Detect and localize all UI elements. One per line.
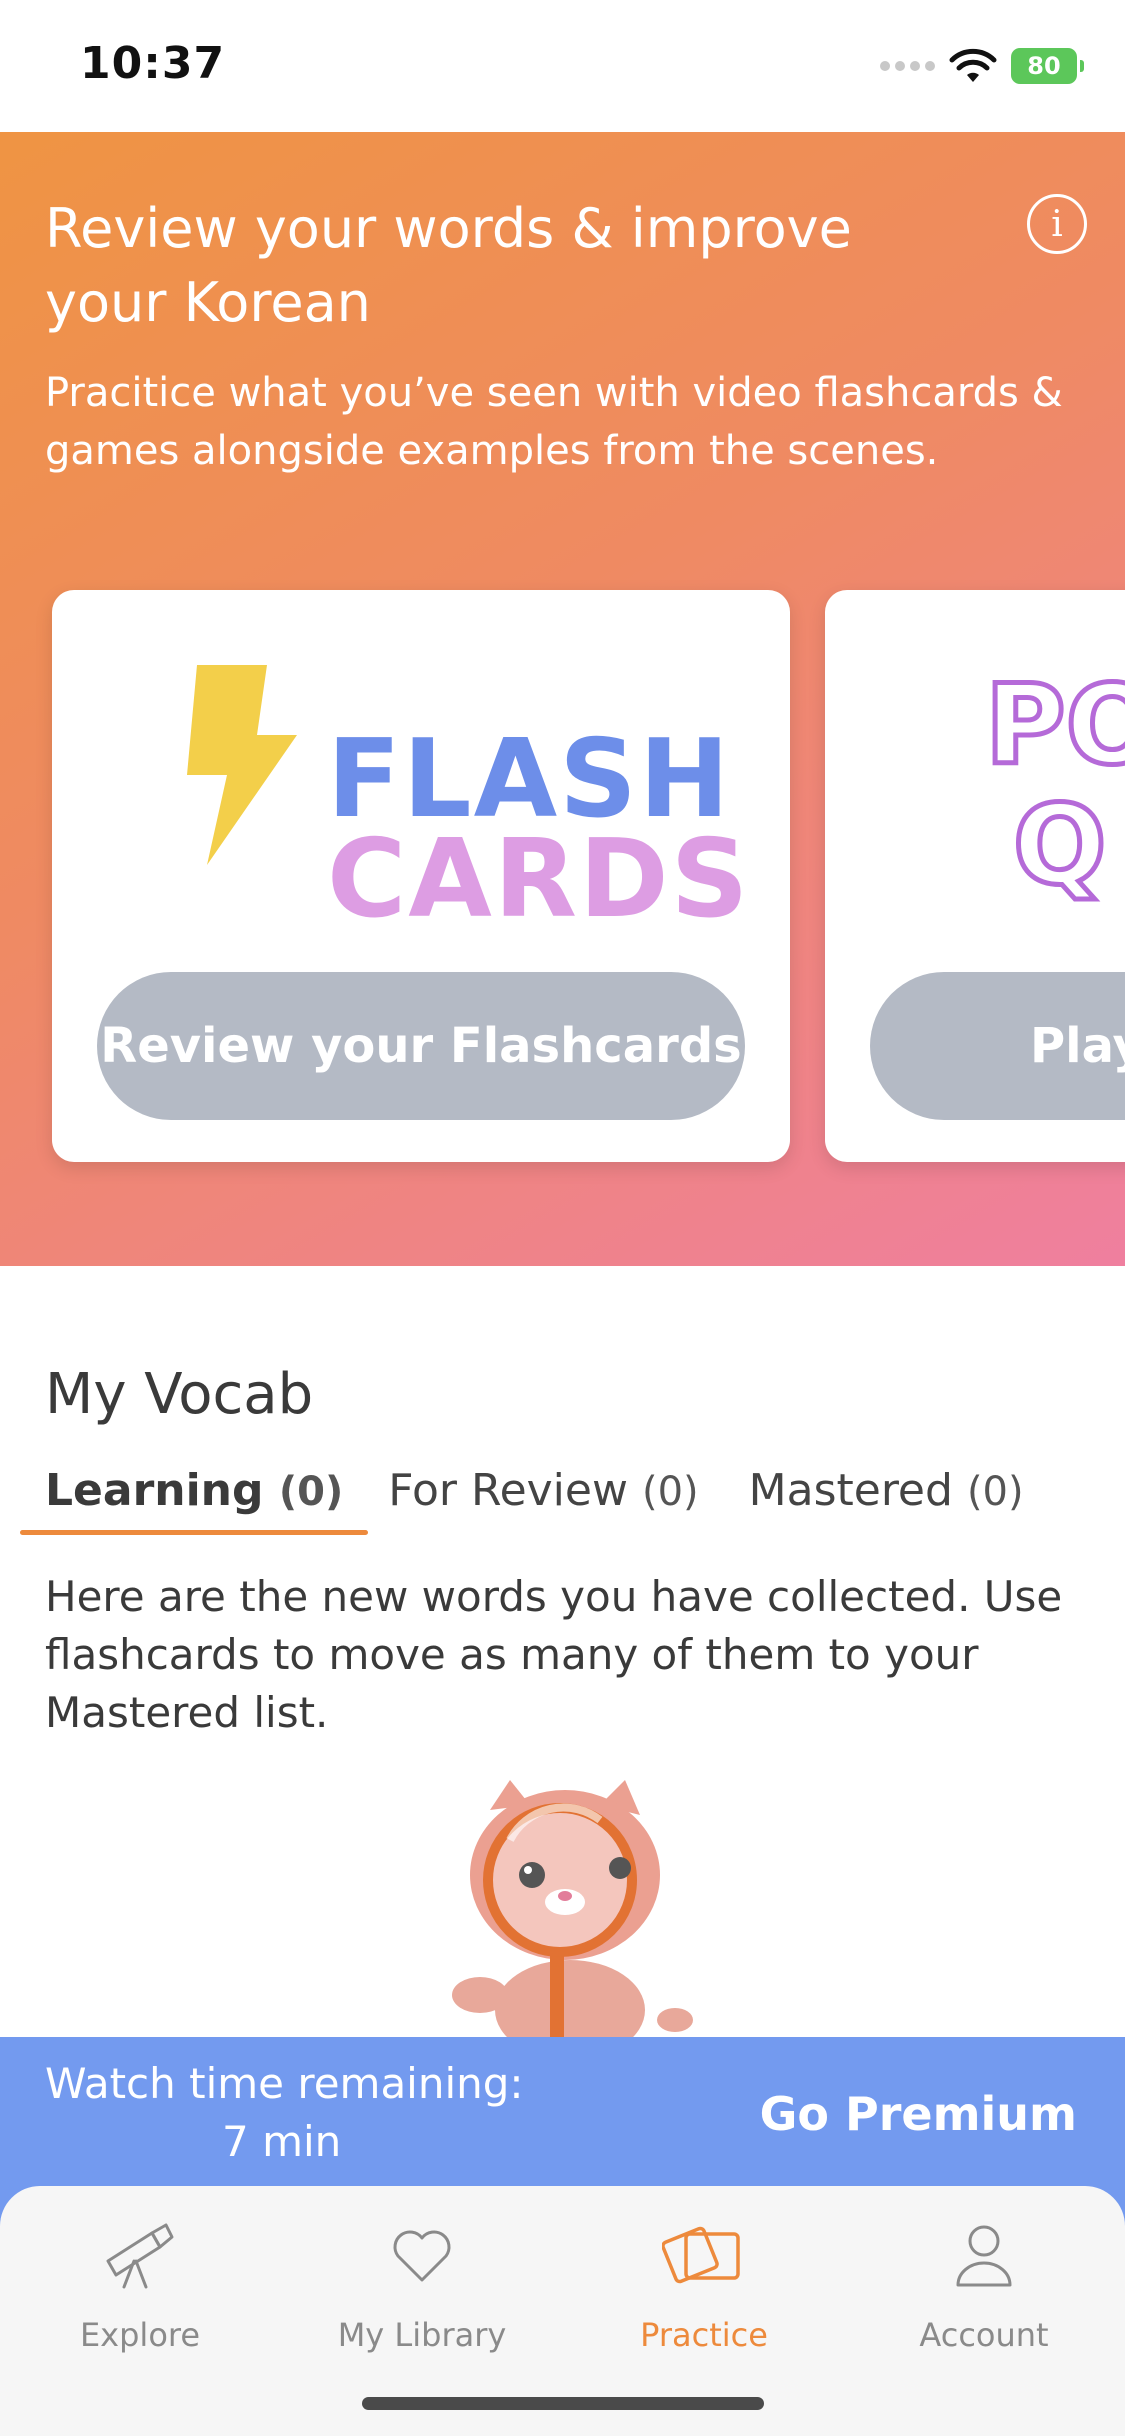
status-time: 10:37 — [80, 38, 226, 89]
battery-level: 80 — [1027, 52, 1061, 80]
tab-count: (0) — [966, 1469, 1024, 1515]
home-indicator[interactable] — [362, 2397, 764, 2410]
telescope-icon — [106, 2223, 174, 2289]
tab-for-review[interactable]: For Review (0) — [368, 1455, 723, 1535]
vocab-tabs: Learning (0) For Review (0) Mastered (0) — [20, 1455, 1049, 1535]
quiz-logo-line1: PO — [982, 661, 1125, 789]
section-title: My Vocab — [45, 1362, 314, 1427]
hero-subtitle: Pracitice what you’ve seen with video fl… — [45, 370, 1063, 474]
practice-hero: Review your words & improve your Korean … — [0, 132, 1125, 1266]
wifi-icon — [949, 48, 997, 82]
tab-count: (0) — [278, 1469, 344, 1515]
nav-label: Account — [919, 2316, 1049, 2354]
quiz-logo: PO Q — [982, 661, 1125, 909]
cellular-signal-icon — [880, 61, 935, 71]
nav-practice[interactable]: Practice — [584, 2216, 824, 2354]
tab-mastered[interactable]: Mastered (0) — [724, 1455, 1049, 1535]
tab-count: (0) — [641, 1469, 699, 1515]
flashcards-logo-line2: CARDS — [327, 817, 751, 942]
go-premium-button[interactable]: Go Premium — [760, 2087, 1077, 2141]
hero-title: Review your words & improve your Korean — [45, 197, 852, 334]
watch-time-label: Watch time remaining: — [45, 2059, 524, 2108]
user-icon — [956, 2225, 1012, 2287]
info-icon[interactable]: i — [1027, 194, 1087, 254]
battery-icon: 80 — [1011, 48, 1084, 84]
nav-label: Explore — [79, 2316, 201, 2354]
quiz-card[interactable]: PO Q Play — [825, 590, 1125, 1162]
nav-account[interactable]: Account — [864, 2216, 1104, 2354]
lightning-bolt-icon — [187, 665, 297, 865]
tab-learning[interactable]: Learning (0) — [20, 1455, 369, 1535]
play-button[interactable]: Play — [870, 972, 1125, 1120]
nav-explore[interactable]: Explore — [20, 2216, 260, 2354]
nav-label: My Library — [337, 2316, 507, 2354]
quiz-logo-line2: Q — [1010, 781, 1109, 909]
status-icons: 80 — [880, 48, 1084, 84]
flashcards-logo: FLASH CARDS — [187, 665, 748, 935]
nav-label: Practice — [640, 2316, 768, 2354]
vocab-description: Here are the new words you have collecte… — [45, 1572, 1063, 1737]
flashcards-card[interactable]: FLASH CARDS Review your Flashcards — [52, 590, 790, 1162]
mascot-cat-magnifier-illustration — [452, 1780, 693, 2040]
watch-time-value: 7 min — [222, 2117, 342, 2166]
tab-label: Mastered — [748, 1465, 953, 1516]
heart-icon — [393, 2230, 451, 2282]
status-bar: 10:37 80 — [0, 0, 1125, 132]
nav-my-library[interactable]: My Library — [302, 2216, 542, 2354]
tab-label: Learning — [45, 1465, 264, 1516]
cards-icon — [662, 2226, 740, 2284]
tab-label: For Review — [388, 1465, 628, 1516]
review-flashcards-button[interactable]: Review your Flashcards — [97, 972, 745, 1120]
